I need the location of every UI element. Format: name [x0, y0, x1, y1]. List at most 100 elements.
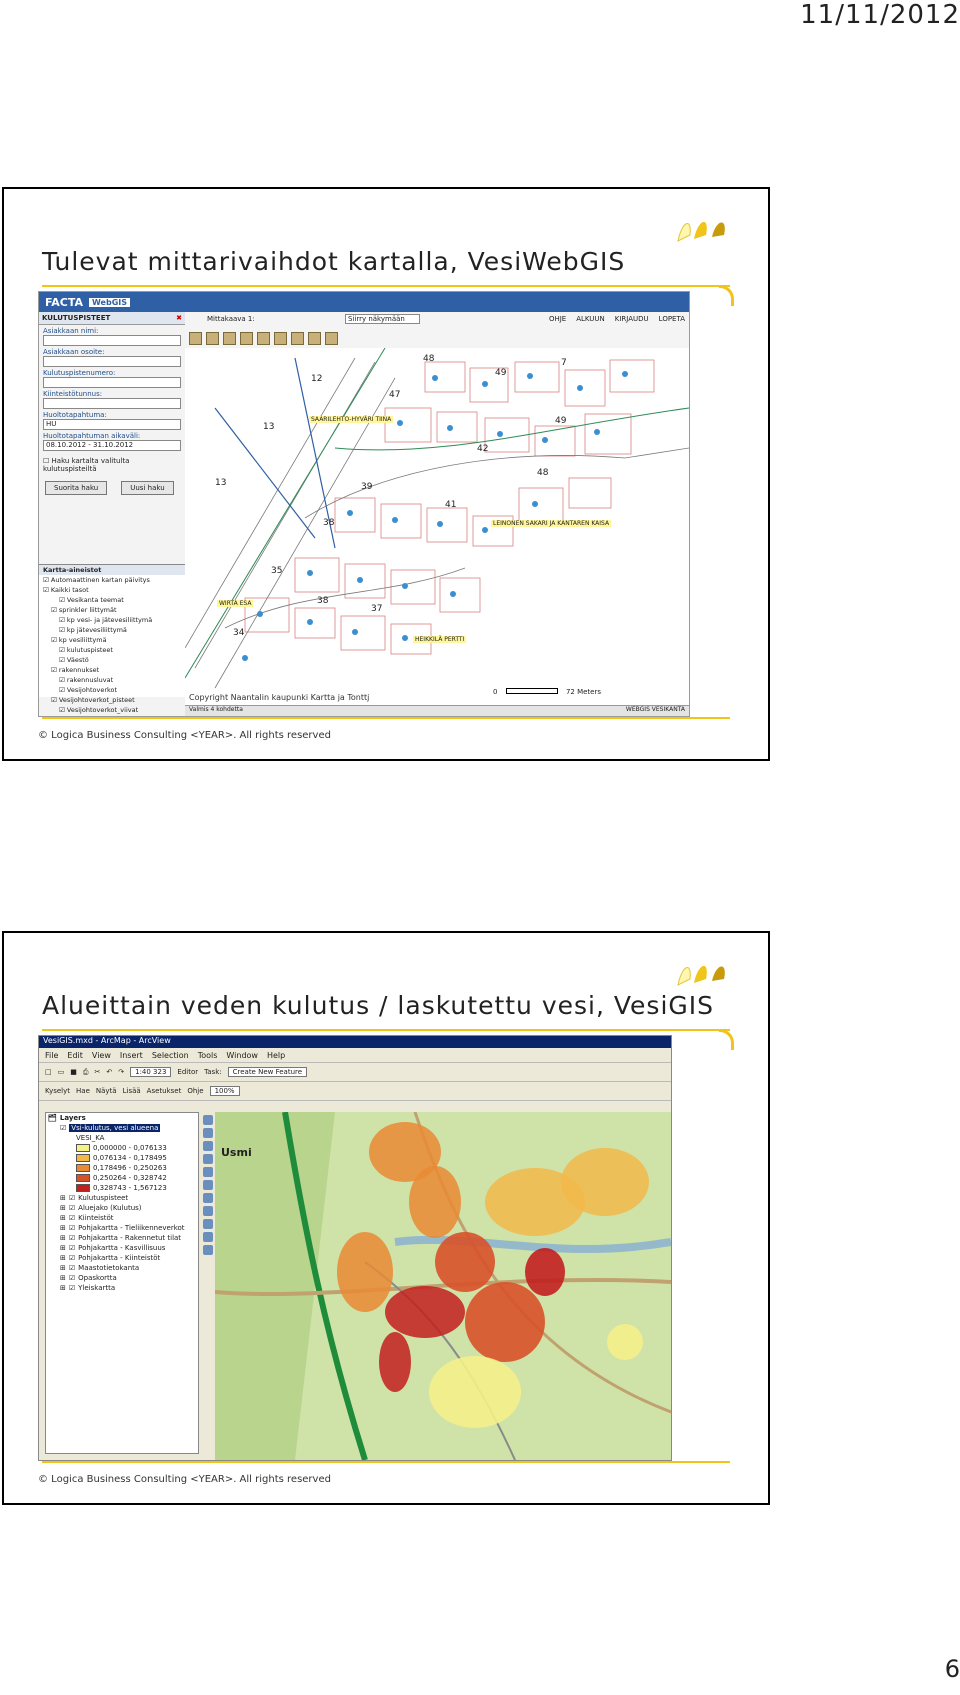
toc-layer-item[interactable]: ⊞ ☑ Kiinteistöt: [46, 1213, 198, 1223]
measure-tool-icon[interactable]: [257, 332, 270, 345]
layer-item[interactable]: ☑ Automaattinen kartan päivitys: [39, 575, 185, 585]
find-icon[interactable]: [203, 1232, 213, 1242]
checkbox-checked-icon[interactable]: ☑: [69, 1194, 75, 1202]
task-select[interactable]: Create New Feature: [227, 1067, 308, 1077]
checkbox-icon[interactable]: ☑: [59, 706, 67, 714]
parcel-map[interactable]: 12 48 49 7 47 13 49 42 13 39 48 41 38 35…: [184, 347, 689, 706]
toolbar-search[interactable]: Hae: [76, 1087, 90, 1095]
map-search-checkbox[interactable]: ☐ Haku kartalta valitulta kulutuspisteil…: [43, 457, 181, 473]
toc-layer-item[interactable]: ⊞ ☑ Aluejako (Kulutus): [46, 1203, 198, 1213]
checkbox-icon[interactable]: ☐: [43, 457, 49, 465]
checkbox-checked-icon[interactable]: ☑: [69, 1284, 75, 1292]
select-icon[interactable]: [203, 1206, 213, 1216]
expand-icon[interactable]: ⊞: [60, 1234, 66, 1242]
expand-icon[interactable]: ⊞: [60, 1244, 66, 1252]
menu-home[interactable]: ALKUUN: [576, 315, 605, 323]
expand-icon[interactable]: ⊞: [60, 1254, 66, 1262]
menu-login[interactable]: KIRJAUDU: [615, 315, 649, 323]
zoom-out-icon[interactable]: [203, 1128, 213, 1138]
checkbox-icon[interactable]: ☑: [43, 576, 51, 584]
expand-icon[interactable]: ⊞: [60, 1204, 66, 1212]
pan-tool-icon[interactable]: [223, 332, 236, 345]
layer-item[interactable]: ☑ kp vesi- ja jätevesiliittymä: [39, 615, 185, 625]
zoom-field[interactable]: 100%: [209, 1086, 240, 1096]
menu-selection[interactable]: Selection: [152, 1051, 189, 1060]
checkbox-checked-icon[interactable]: ☑: [69, 1264, 75, 1272]
toolbar-add[interactable]: Lisää: [123, 1087, 141, 1095]
scale-field[interactable]: 1:40 323: [130, 1067, 172, 1077]
checkbox-icon[interactable]: ☑: [59, 596, 67, 604]
editor-menu[interactable]: Editor: [177, 1068, 198, 1076]
checkbox-icon[interactable]: ☑: [43, 586, 51, 594]
menu-file[interactable]: File: [45, 1051, 58, 1060]
zoom-in-tool-icon[interactable]: [189, 332, 202, 345]
menu-help[interactable]: Help: [267, 1051, 285, 1060]
identify-tool-icon[interactable]: [240, 332, 253, 345]
layer-item[interactable]: ☑ Vesijohtoverkot_pisteet: [39, 695, 185, 705]
redo-icon[interactable]: ↷: [118, 1068, 124, 1076]
layer-item[interactable]: ☑ Vesijohtoverkot: [39, 685, 185, 695]
toc-active-layer[interactable]: ☑ Vsi-kulutus, vesi alueena: [46, 1123, 198, 1133]
cut-icon[interactable]: ✂: [94, 1068, 100, 1076]
layer-item[interactable]: ☑ kp jätevesiliittymä: [39, 625, 185, 635]
select-tool-icon[interactable]: [308, 332, 321, 345]
info-tool-icon[interactable]: [274, 332, 287, 345]
new-icon[interactable]: □: [45, 1068, 52, 1076]
checkbox-checked-icon[interactable]: ☑: [69, 1244, 75, 1252]
menu-edit[interactable]: Edit: [67, 1051, 83, 1060]
menu-insert[interactable]: Insert: [120, 1051, 143, 1060]
checkbox-checked-icon[interactable]: ☑: [69, 1214, 75, 1222]
open-icon[interactable]: ▭: [58, 1068, 65, 1076]
customer-address-input[interactable]: [43, 356, 181, 367]
layer-item[interactable]: ☑ Vesijohtoverkot_viivat: [39, 705, 185, 715]
checkbox-icon[interactable]: ☑: [59, 646, 67, 654]
layer-item[interactable]: ☑ sprinkler liittymät: [39, 605, 185, 615]
toc-layer-item[interactable]: ⊞ ☑ Pohjakartta - Tieliikenneverkot: [46, 1223, 198, 1233]
checkbox-icon[interactable]: ☑: [59, 656, 67, 664]
print-tool-icon[interactable]: [325, 332, 338, 345]
checkbox-icon[interactable]: ☑: [59, 686, 67, 694]
menu-help[interactable]: OHJE: [549, 315, 566, 323]
expand-icon[interactable]: ⊞: [60, 1274, 66, 1282]
zoom-in-icon[interactable]: [203, 1115, 213, 1125]
expand-icon[interactable]: ⊞: [60, 1214, 66, 1222]
toolbar-show[interactable]: Näytä: [96, 1087, 117, 1095]
layers-tool-icon[interactable]: [291, 332, 304, 345]
checkbox-checked-icon[interactable]: ☑: [69, 1204, 75, 1212]
checkbox-icon[interactable]: ☑: [59, 626, 67, 634]
print-icon[interactable]: ⎙: [83, 1068, 89, 1077]
run-search-button[interactable]: Suorita haku: [45, 481, 108, 495]
checkbox-icon[interactable]: ☑: [59, 616, 67, 624]
layer-item[interactable]: ☑ Vesikanta teemat: [39, 595, 185, 605]
fixed-zoom-icon[interactable]: [203, 1141, 213, 1151]
close-icon[interactable]: ✖: [176, 314, 182, 322]
menu-view[interactable]: View: [92, 1051, 111, 1060]
toc-layer-item[interactable]: ⊞ ☑ Pohjakartta - Kasvillisuus: [46, 1243, 198, 1253]
pan-icon[interactable]: [203, 1154, 213, 1164]
checkbox-checked-icon[interactable]: ☑: [69, 1274, 75, 1282]
new-search-button[interactable]: Uusi haku: [121, 481, 174, 495]
expand-icon[interactable]: ⊞: [60, 1194, 66, 1202]
toc-layer-item[interactable]: ⊞ ☑ Kulutuspisteet: [46, 1193, 198, 1203]
consumption-point-input[interactable]: [43, 377, 181, 388]
property-id-input[interactable]: [43, 398, 181, 409]
toolbar-settings[interactable]: Asetukset: [147, 1087, 182, 1095]
expand-icon[interactable]: ⊞: [60, 1284, 66, 1292]
consumption-heat-map[interactable]: Usmi: [214, 1111, 671, 1460]
expand-icon[interactable]: ⊞: [60, 1224, 66, 1232]
measure-icon[interactable]: [203, 1245, 213, 1255]
menu-window[interactable]: Window: [226, 1051, 258, 1060]
toc-layer-item[interactable]: ⊞ ☑ Pohjakartta - Rakennetut tilat: [46, 1233, 198, 1243]
menu-quit[interactable]: LOPETA: [659, 315, 685, 323]
checkbox-checked-icon[interactable]: ☑: [69, 1234, 75, 1242]
checkbox-checked-icon[interactable]: ☑: [60, 1124, 66, 1132]
menu-tools[interactable]: Tools: [198, 1051, 218, 1060]
checkbox-checked-icon[interactable]: ☑: [69, 1224, 75, 1232]
zoom-out-tool-icon[interactable]: [206, 332, 219, 345]
full-extent-icon[interactable]: [203, 1167, 213, 1177]
layer-item[interactable]: ☑ kp vesiliittymä: [39, 635, 185, 645]
customer-name-input[interactable]: [43, 335, 181, 346]
service-range-input[interactable]: 08.10.2012 - 31.10.2012: [43, 440, 181, 451]
back-icon[interactable]: [203, 1180, 213, 1190]
checkbox-icon[interactable]: ☑: [51, 696, 59, 704]
